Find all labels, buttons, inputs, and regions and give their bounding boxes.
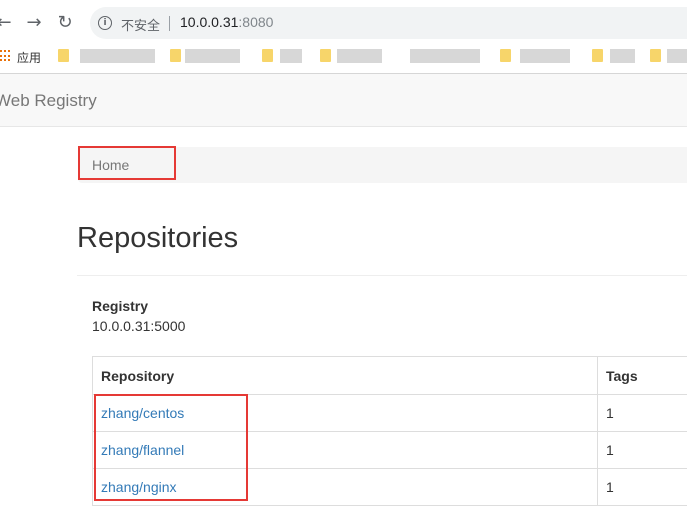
apps-grid-icon[interactable] xyxy=(0,50,10,63)
bookmark-item-blurred[interactable] xyxy=(667,49,687,63)
bookmark-item-blurred[interactable] xyxy=(280,49,302,63)
folder-icon[interactable] xyxy=(500,49,511,62)
bookmark-item-blurred[interactable] xyxy=(185,49,240,63)
registry-value: 10.0.0.31:5000 xyxy=(92,318,186,334)
tags-cell: 1 xyxy=(597,431,687,469)
info-icon[interactable]: i xyxy=(98,16,112,30)
bookmark-item-blurred[interactable] xyxy=(337,49,382,63)
bookmark-item-blurred[interactable] xyxy=(520,49,570,63)
column-header-repository: Repository xyxy=(92,356,598,395)
folder-icon[interactable] xyxy=(262,49,273,62)
url-text[interactable]: 10.0.0.31:8080 xyxy=(180,14,273,30)
highlight-box-repositories xyxy=(94,394,248,501)
forward-arrow-icon[interactable]: → xyxy=(24,12,44,34)
address-bar[interactable]: i 不安全 10.0.0.31:8080 xyxy=(90,7,687,39)
registry-label: Registry xyxy=(92,298,149,314)
highlight-box-home xyxy=(78,146,176,180)
reload-icon[interactable]: ↻ xyxy=(55,12,75,34)
site-navbar: Web Registry xyxy=(0,74,687,127)
title-divider xyxy=(77,275,687,276)
table-header-row: Repository Tags xyxy=(92,356,687,395)
folder-icon[interactable] xyxy=(650,49,661,62)
tags-cell: 1 xyxy=(597,394,687,432)
folder-icon[interactable] xyxy=(58,49,69,62)
column-header-tags: Tags xyxy=(597,356,687,395)
browser-toolbar: ← → ↻ i 不安全 10.0.0.31:8080 xyxy=(0,0,687,45)
url-port: :8080 xyxy=(238,14,274,30)
folder-icon[interactable] xyxy=(170,49,181,62)
page-title: Repositories xyxy=(77,222,239,254)
folder-icon[interactable] xyxy=(592,49,603,62)
bookmark-item-blurred[interactable] xyxy=(610,49,635,63)
back-arrow-icon[interactable]: ← xyxy=(0,12,14,34)
brand-link[interactable]: Web Registry xyxy=(0,91,97,111)
folder-icon[interactable] xyxy=(320,49,331,62)
url-host: 10.0.0.31 xyxy=(180,14,239,30)
bookmark-item-blurred[interactable] xyxy=(80,49,155,63)
omnibox-divider xyxy=(169,16,170,31)
apps-bookmark-label[interactable]: 应用 xyxy=(17,49,41,66)
security-status[interactable]: 不安全 xyxy=(121,15,160,34)
bookmarks-bar: 应用 xyxy=(0,45,687,74)
tags-cell: 1 xyxy=(597,468,687,506)
bookmark-item-blurred[interactable] xyxy=(410,49,480,63)
